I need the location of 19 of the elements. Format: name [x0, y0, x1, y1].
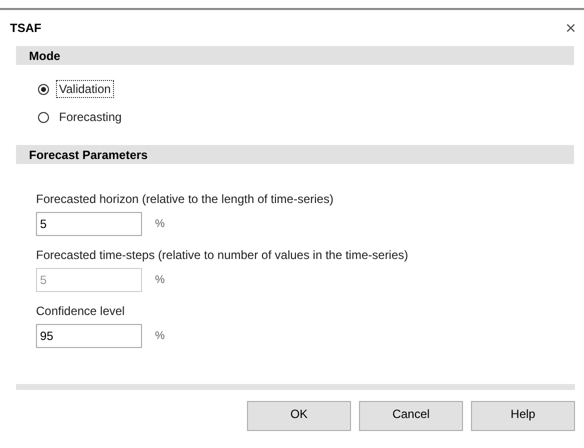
field-label: Confidence level [36, 304, 126, 318]
radio-button[interactable] [38, 112, 49, 122]
radio-button[interactable] [38, 84, 49, 94]
unit-label: % [155, 218, 165, 230]
radio-label[interactable]: Validation [56, 80, 114, 98]
radio-label[interactable]: Forecasting [56, 108, 125, 126]
dialog-button[interactable]: Help [471, 401, 575, 431]
dialog-button[interactable]: Cancel [359, 401, 463, 431]
window-title: TSAF [10, 21, 42, 35]
unit-label: % [155, 330, 165, 342]
close-icon[interactable]: × [565, 19, 576, 37]
field-label: Forecasted horizon (relative to the length of time-series) [36, 192, 334, 206]
dialog-button[interactable]: OK [247, 401, 351, 431]
section-header: Forecast Parameters [16, 145, 574, 164]
input-field[interactable]: 95 [36, 324, 142, 348]
field-label: Forecasted time-steps (relative to number of values in the time-series) [36, 248, 410, 262]
unit-label: % [155, 274, 165, 286]
input-field[interactable]: 5 [36, 212, 142, 236]
section-header: Mode [16, 46, 574, 65]
